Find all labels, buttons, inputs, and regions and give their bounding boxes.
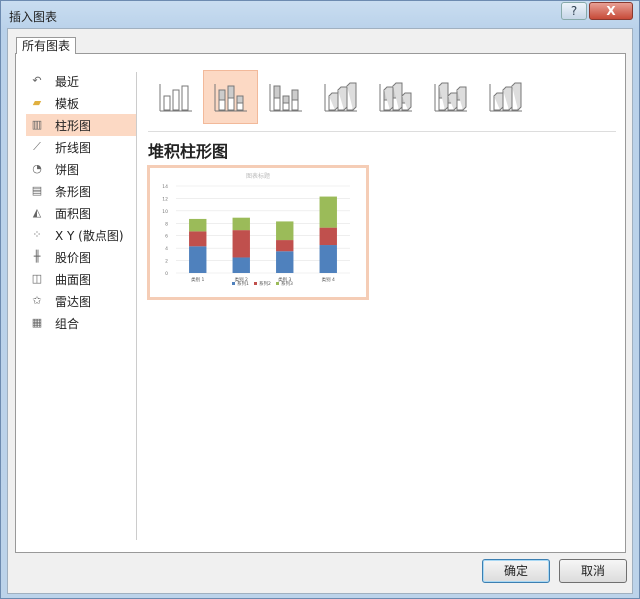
legend-label: 系列2: [259, 280, 271, 287]
legend-label: 系列3: [281, 280, 293, 287]
x-tick-label: 类别 1: [191, 276, 204, 283]
undo-icon: ↶: [32, 74, 42, 87]
chart-preview[interactable]: 图表标题 0 2 4 6 8 10 12 14 类别 1 类别 2 类别 3 类别 4 系列1 系列2 系列3: [147, 165, 369, 300]
100-stacked-column-chart-icon: [269, 84, 302, 112]
y-tick-label: 8: [165, 221, 168, 227]
bar-chart-icon: ▤: [31, 184, 43, 197]
stacked-column-chart-icon: [214, 84, 247, 112]
sidebar-item-pie-chart[interactable]: ◔ 饼图: [26, 158, 136, 180]
y-tick-label: 12: [162, 196, 168, 202]
subtype-clustered-column[interactable]: [148, 70, 203, 124]
surface-chart-icon: ◫: [31, 272, 43, 285]
sidebar-item-folder[interactable]: ▰ 模板: [26, 92, 136, 114]
legend-marker: [254, 282, 257, 285]
bar-segment-系列2: [319, 227, 337, 246]
divider: [148, 131, 616, 132]
chart-subtype-list: [148, 70, 533, 124]
sidebar-item-label: 雷达图: [55, 294, 92, 309]
help-button[interactable]: ?: [561, 2, 587, 20]
bar-segment-系列1: [319, 245, 337, 273]
bar-segment-系列3: [232, 217, 250, 231]
sidebar-item-label: 组合: [55, 316, 80, 331]
sidebar-item-label: 条形图: [55, 184, 92, 199]
y-tick-label: 4: [165, 246, 168, 252]
3d-column-chart-icon: [489, 82, 522, 112]
combo-chart-icon: ▦: [31, 316, 43, 329]
bar-segment-系列3: [276, 221, 294, 241]
sidebar-item-radar-chart[interactable]: ✩ 雷达图: [26, 290, 136, 312]
scatter-chart-icon: ⁘: [32, 228, 42, 241]
subtype-3d-clustered-column[interactable]: [313, 70, 368, 124]
sidebar-item-combo-chart[interactable]: ▦ 组合: [26, 312, 136, 334]
3d-100-stacked-column-chart-icon: [434, 82, 467, 112]
title-bar: 插入图表 ? X: [1, 1, 639, 27]
dialog-title: 插入图表: [9, 10, 58, 24]
clustered-column-chart-icon: [159, 84, 192, 112]
legend-label: 系列1: [237, 280, 249, 287]
sidebar-item-label: X Y (散点图): [55, 228, 124, 243]
stock-chart-icon: ╫: [33, 250, 41, 263]
chart-title: 图表标题: [246, 172, 270, 180]
radar-chart-icon: ✩: [32, 294, 42, 307]
bar-segment-系列3: [189, 218, 207, 232]
sidebar-item-label: 股价图: [55, 250, 92, 265]
sidebar-item-label: 折线图: [55, 140, 92, 155]
bar-segment-系列2: [276, 240, 294, 252]
area-chart-icon: ◭: [32, 206, 42, 219]
subtype-stacked-column[interactable]: [203, 70, 258, 124]
y-tick-label: 14: [162, 184, 168, 190]
tab-panel: ↶ 最近 ▰ 模板 ▥ 柱形图 ⟋ 折线图 ◔ 饼图 ▤ 条形图 ◭ 面积图 ⁘ X Y (散点图) ╫ 股价图 ◫…: [15, 53, 626, 553]
close-button[interactable]: X: [589, 2, 633, 20]
chart-category-list: ↶ 最近 ▰ 模板 ▥ 柱形图 ⟋ 折线图 ◔ 饼图 ▤ 条形图 ◭ 面积图 ⁘ X Y (散点图) ╫ 股价图 ◫…: [26, 70, 136, 334]
subtype-heading: 堆积柱形图: [148, 142, 229, 161]
divider: [136, 72, 137, 540]
sidebar-item-label: 面积图: [55, 206, 92, 221]
bar-segment-系列2: [232, 230, 250, 258]
sidebar-item-area-chart[interactable]: ◭ 面积图: [26, 202, 136, 224]
sidebar-item-line-chart[interactable]: ⟋ 折线图: [26, 136, 136, 158]
sidebar-item-surface-chart[interactable]: ◫ 曲面图: [26, 268, 136, 290]
subtype-3d-100-stacked-column[interactable]: [423, 70, 478, 124]
subtype-100-stacked-column[interactable]: [258, 70, 313, 124]
sidebar-item-undo[interactable]: ↶ 最近: [26, 70, 136, 92]
bar-segment-系列1: [232, 257, 250, 273]
sidebar-item-label: 模板: [55, 96, 80, 111]
legend-marker: [232, 282, 235, 285]
sidebar-item-scatter-chart[interactable]: ⁘ X Y (散点图): [26, 224, 136, 246]
sidebar-item-label: 饼图: [55, 162, 80, 177]
sidebar-item-label: 柱形图: [55, 118, 92, 133]
line-chart-icon: ⟋: [33, 140, 41, 153]
sidebar-item-label: 曲面图: [55, 272, 92, 287]
x-tick-label: 类别 4: [322, 276, 335, 283]
bar-segment-系列1: [276, 251, 294, 273]
ok-button[interactable]: 确定: [482, 559, 550, 583]
subtype-3d-stacked-column[interactable]: [368, 70, 423, 124]
tab-all-charts[interactable]: 所有图表: [16, 37, 77, 54]
column-chart-icon: ▥: [31, 118, 43, 131]
y-tick-label: 6: [165, 234, 168, 240]
dialog-body: 所有图表 ↶ 最近 ▰ 模板 ▥ 柱形图 ⟋ 折线图 ◔ 饼图 ▤ 条形图 ◭ 面积图 ⁘ X Y (散点图)…: [7, 28, 633, 594]
subtype-3d-column[interactable]: [478, 70, 533, 124]
folder-icon: ▰: [32, 96, 42, 109]
cancel-button[interactable]: 取消: [559, 559, 627, 583]
y-tick-label: 0: [165, 271, 168, 277]
pie-chart-icon: ◔: [32, 162, 42, 175]
y-tick-label: 2: [165, 259, 168, 265]
sidebar-item-label: 最近: [55, 74, 80, 89]
bar-segment-系列1: [189, 246, 207, 273]
bar-segment-系列3: [319, 196, 337, 228]
3d-stacked-column-chart-icon: [379, 82, 412, 112]
legend-marker: [276, 282, 279, 285]
3d-clustered-column-chart-icon: [324, 82, 357, 112]
sidebar-item-column-chart[interactable]: ▥ 柱形图: [26, 114, 136, 136]
insert-chart-dialog: 插入图表 ? X 所有图表 ↶ 最近 ▰ 模板 ▥ 柱形图 ⟋ 折线图 ◔ 饼图 ▤ 条形图 ◭ 面积图 ⁘…: [0, 0, 640, 599]
sidebar-item-stock-chart[interactable]: ╫ 股价图: [26, 246, 136, 268]
sidebar-item-bar-chart[interactable]: ▤ 条形图: [26, 180, 136, 202]
y-tick-label: 10: [162, 209, 168, 215]
bar-segment-系列2: [189, 231, 207, 247]
stacked-column-chart: 图表标题02468101214类别 1 类别 2 类别 3 类别 4系列1 系列2 系列3: [162, 172, 350, 287]
